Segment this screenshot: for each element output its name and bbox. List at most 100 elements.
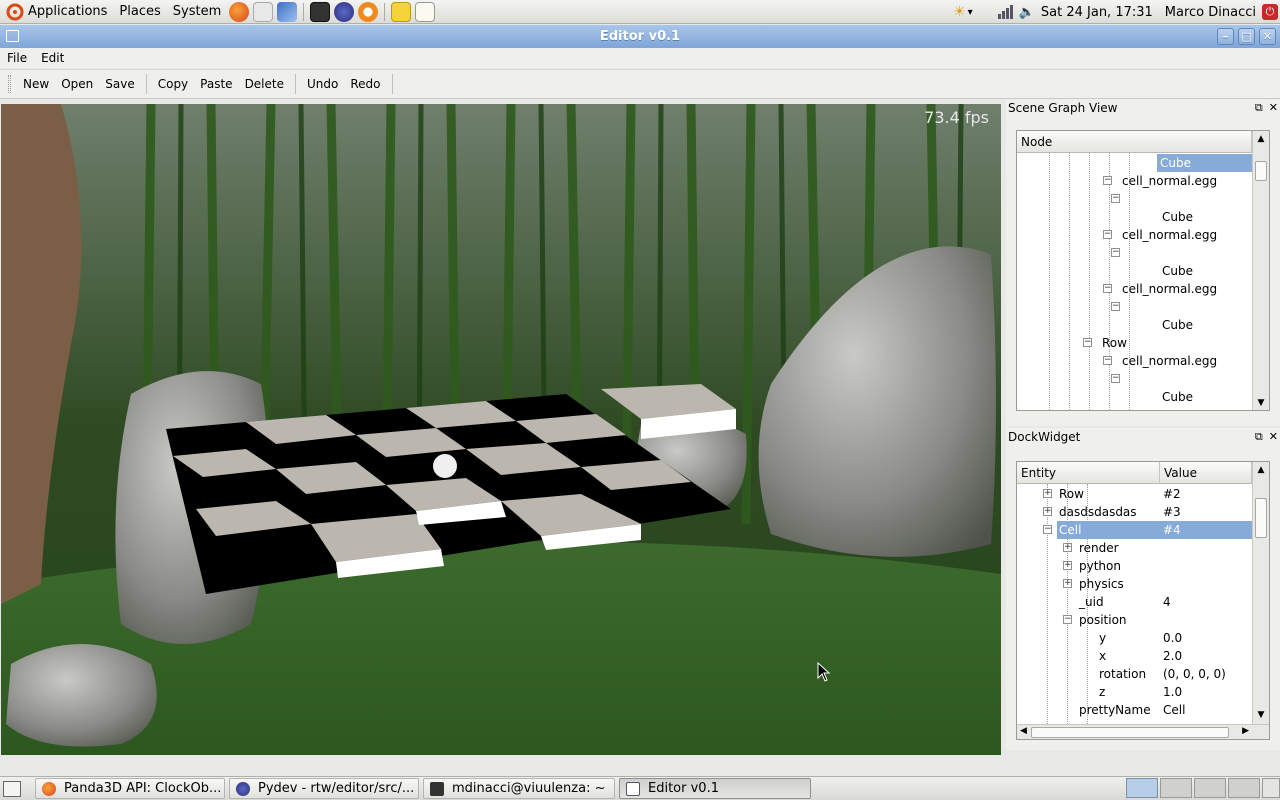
task-terminal[interactable]: mdinacci@viuulenza: ~ [423,778,615,799]
close-button[interactable]: ✕ [1259,28,1276,45]
collapse-toggle-icon[interactable]: − [1063,615,1072,624]
scroll-down-icon[interactable]: ▼ [1253,707,1269,724]
weather-icon[interactable]: ☀ [953,4,966,20]
entity-cell[interactable]: Cell [1059,521,1081,539]
system-menu[interactable]: System [167,0,227,24]
tree-header[interactable]: Node [1017,131,1252,153]
entity-cell[interactable]: physics [1079,575,1124,593]
entity-cell[interactable]: _uid [1079,593,1104,611]
collapse-toggle-icon[interactable]: − [1103,356,1112,365]
entity-cell[interactable]: prettyName [1079,701,1151,719]
entity-cell[interactable]: y [1099,629,1106,647]
new-button[interactable]: New [18,74,54,94]
dock-titlebar[interactable]: DockWidget ⧉ ✕ [1006,428,1280,446]
tree-node[interactable]: cell_normal.egg [1119,172,1220,190]
vertical-scrollbar[interactable]: ▲ ▼ [1252,131,1269,410]
entity-cell[interactable]: z [1099,683,1105,701]
window-menu-icon[interactable] [6,30,19,42]
blender-launcher-icon[interactable] [358,1,379,22]
tree-node[interactable]: cell_normal.egg [1119,352,1220,370]
node-column-header[interactable]: Node [1017,131,1252,153]
workspace-3[interactable] [1194,778,1226,798]
tree-node[interactable] [1127,190,1133,208]
save-button[interactable]: Save [100,74,139,94]
delete-button[interactable]: Delete [240,74,289,94]
datetime[interactable]: Sat 24 Jan, 17:31 [1041,5,1153,20]
tree-node[interactable]: Cube [1157,154,1252,172]
show-desktop-icon[interactable] [3,780,21,797]
window-titlebar[interactable]: Editor v0.1 – □ ✕ [0,25,1280,48]
value-cell[interactable]: 1.0 [1163,683,1182,701]
open-button[interactable]: Open [56,74,98,94]
value-cell[interactable]: 0.0 [1163,629,1182,647]
value-column-header[interactable]: Value [1160,462,1252,484]
entity-cell[interactable]: rotation [1099,665,1146,683]
value-cell[interactable]: (0, 0, 0, 0) [1163,665,1226,683]
entity-cell[interactable]: position [1079,611,1127,629]
menu-edit[interactable]: Edit [34,51,71,65]
tree-node[interactable]: Cube [1159,388,1196,406]
value-cell[interactable]: #2 [1163,485,1181,503]
workspace-4[interactable] [1228,778,1260,798]
dock-titlebar[interactable]: Scene Graph View ⧉ ✕ [1006,99,1280,117]
collapse-toggle-icon[interactable]: − [1111,194,1120,203]
value-cell[interactable]: #4 [1163,521,1181,539]
expand-toggle-icon[interactable]: + [1043,507,1052,516]
undo-button[interactable]: Undo [302,74,343,94]
entity-cell[interactable]: x [1099,647,1106,665]
entity-cell[interactable]: Row [1059,485,1084,503]
paste-button[interactable]: Paste [195,74,237,94]
scroll-up-icon[interactable]: ▲ [1253,462,1269,479]
close-icon[interactable]: ✕ [1269,101,1278,115]
eclipse-launcher-icon[interactable] [334,1,355,22]
expand-toggle-icon[interactable]: + [1063,543,1072,552]
tree-node[interactable]: Cube [1159,208,1196,226]
tree-node[interactable]: cell_normal.egg [1119,226,1220,244]
entity-cell[interactable]: dasdsdasdas [1059,503,1137,521]
tree-node[interactable]: Cube [1159,262,1196,280]
collapse-toggle-icon[interactable]: − [1111,374,1120,383]
workspace-2[interactable] [1160,778,1192,798]
tree-node[interactable]: cell_normal.egg [1119,280,1220,298]
mail-launcher-icon[interactable] [253,1,274,22]
copy-button[interactable]: Copy [153,74,193,94]
text-editor-launcher-icon[interactable] [415,1,436,22]
expand-toggle-icon[interactable]: + [1063,579,1072,588]
terminal-launcher-icon[interactable] [310,1,331,22]
float-icon[interactable]: ⧉ [1255,430,1263,444]
scrollbar-thumb[interactable] [1255,161,1267,181]
redo-button[interactable]: Redo [345,74,385,94]
power-icon[interactable]: ⏻ [1262,4,1278,20]
scroll-down-icon[interactable]: ▼ [1253,395,1269,410]
workspace-switcher[interactable] [1126,778,1280,798]
3d-viewport[interactable]: 73.4 fps [1,104,1001,755]
workspace-1[interactable] [1126,778,1158,798]
entity-column-header[interactable]: Entity [1017,462,1160,484]
task-panda3d[interactable]: Panda3D API: ClockOb... [35,778,225,799]
collapse-toggle-icon[interactable]: − [1083,338,1092,347]
scrollbar-thumb[interactable] [1255,498,1267,538]
scroll-up-icon[interactable]: ▲ [1253,131,1269,148]
tree-node[interactable]: Cube [1159,316,1196,334]
volume-icon[interactable]: 🔈 [1019,5,1035,20]
task-editor[interactable]: Editor v0.1 [619,778,811,799]
thunderbird-launcher-icon[interactable] [277,1,298,22]
entity-cell[interactable]: python [1079,557,1121,575]
vertical-scrollbar[interactable]: ▲ ▼ [1252,462,1269,724]
entity-cell[interactable]: render [1079,539,1119,557]
tree-node[interactable] [1127,370,1133,388]
firefox-launcher-icon[interactable] [229,1,250,22]
expand-toggle-icon[interactable]: + [1043,489,1052,498]
chevron-down-icon[interactable]: ▾ [968,7,973,18]
tree-node[interactable]: Row [1099,334,1130,352]
tree-node[interactable] [1127,244,1133,262]
collapse-toggle-icon[interactable]: − [1103,230,1112,239]
scroll-right-icon[interactable]: ▶ [1242,726,1249,736]
collapse-toggle-icon[interactable]: − [1043,525,1052,534]
minimize-button[interactable]: – [1217,28,1234,45]
scene-graph-tree[interactable]: Node Cube − cell_normal.egg − Cube − cell_norm… [1016,130,1270,411]
network-signal-icon[interactable] [997,4,1015,20]
tree-header[interactable]: Entity Value [1017,462,1252,484]
task-pydev[interactable]: Pydev - rtw/editor/src/... [229,778,419,799]
notes-launcher-icon[interactable] [391,1,412,22]
